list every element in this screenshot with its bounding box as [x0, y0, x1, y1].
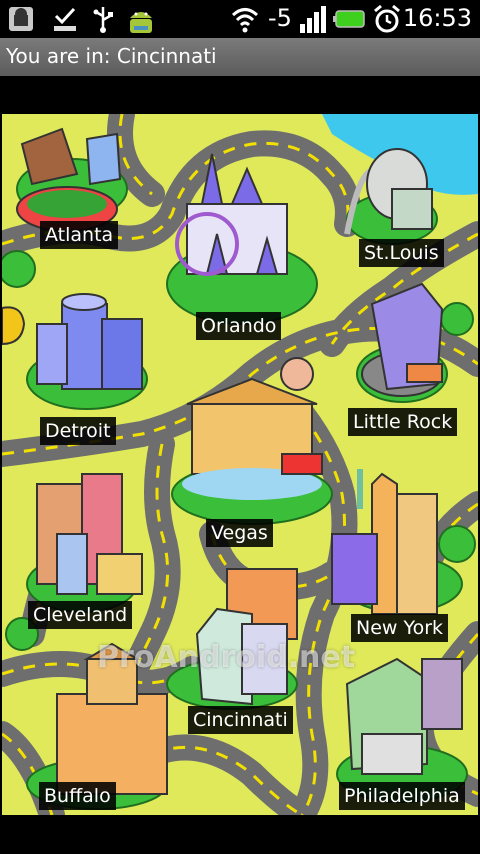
signal-bars-icon	[300, 6, 326, 33]
city-label: New York	[351, 614, 449, 642]
android-robot-icon	[130, 12, 152, 33]
wifi-icon	[231, 8, 259, 33]
status-bar: -5 16:53	[0, 0, 480, 38]
download-complete-icon	[54, 7, 76, 31]
title-bar: You are in: Cincinnati	[0, 38, 480, 76]
usb-icon	[93, 7, 113, 33]
city-label: Atlanta	[40, 221, 119, 249]
city-cincinnati[interactable]: Cincinnati	[188, 706, 293, 734]
signal-strength-text: -5	[268, 4, 292, 32]
city-label: Little Rock	[348, 408, 458, 436]
watermark: ProAndroid.net	[97, 640, 356, 675]
city-label: Orlando	[196, 312, 282, 340]
city-vegas[interactable]: Vegas	[206, 519, 273, 547]
city-buffalo[interactable]: Buffalo	[39, 782, 116, 810]
alarm-clock-icon	[374, 4, 400, 33]
city-label: Detroit	[40, 417, 116, 445]
city-label: St.Louis	[359, 239, 444, 267]
city-philadelphia[interactable]: Philadelphia	[339, 782, 465, 810]
city-cleveland[interactable]: Cleveland	[28, 601, 133, 629]
city-label: Cincinnati	[188, 706, 293, 734]
city-label: Cleveland	[28, 601, 133, 629]
city-littlerock[interactable]: Little Rock	[348, 408, 458, 436]
city-stlouis[interactable]: St.Louis	[359, 239, 444, 267]
city-atlanta[interactable]: Atlanta	[40, 221, 119, 249]
city-map: Atlanta Orlando St.Louis Detroit Little …	[2, 114, 478, 815]
bottom-bar	[0, 815, 480, 854]
android-debug-icon	[9, 7, 33, 31]
city-detroit[interactable]: Detroit	[40, 417, 116, 445]
city-newyork[interactable]: New York	[351, 614, 449, 642]
city-label: Buffalo	[39, 782, 116, 810]
clock-time: 16:53	[402, 4, 472, 32]
city-orlando[interactable]: Orlando	[196, 312, 282, 340]
city-label: Philadelphia	[339, 782, 465, 810]
page-title: You are in: Cincinnati	[6, 44, 217, 68]
mascot-figure	[2, 306, 26, 346]
battery-icon	[333, 10, 365, 28]
city-label: Vegas	[206, 519, 273, 547]
